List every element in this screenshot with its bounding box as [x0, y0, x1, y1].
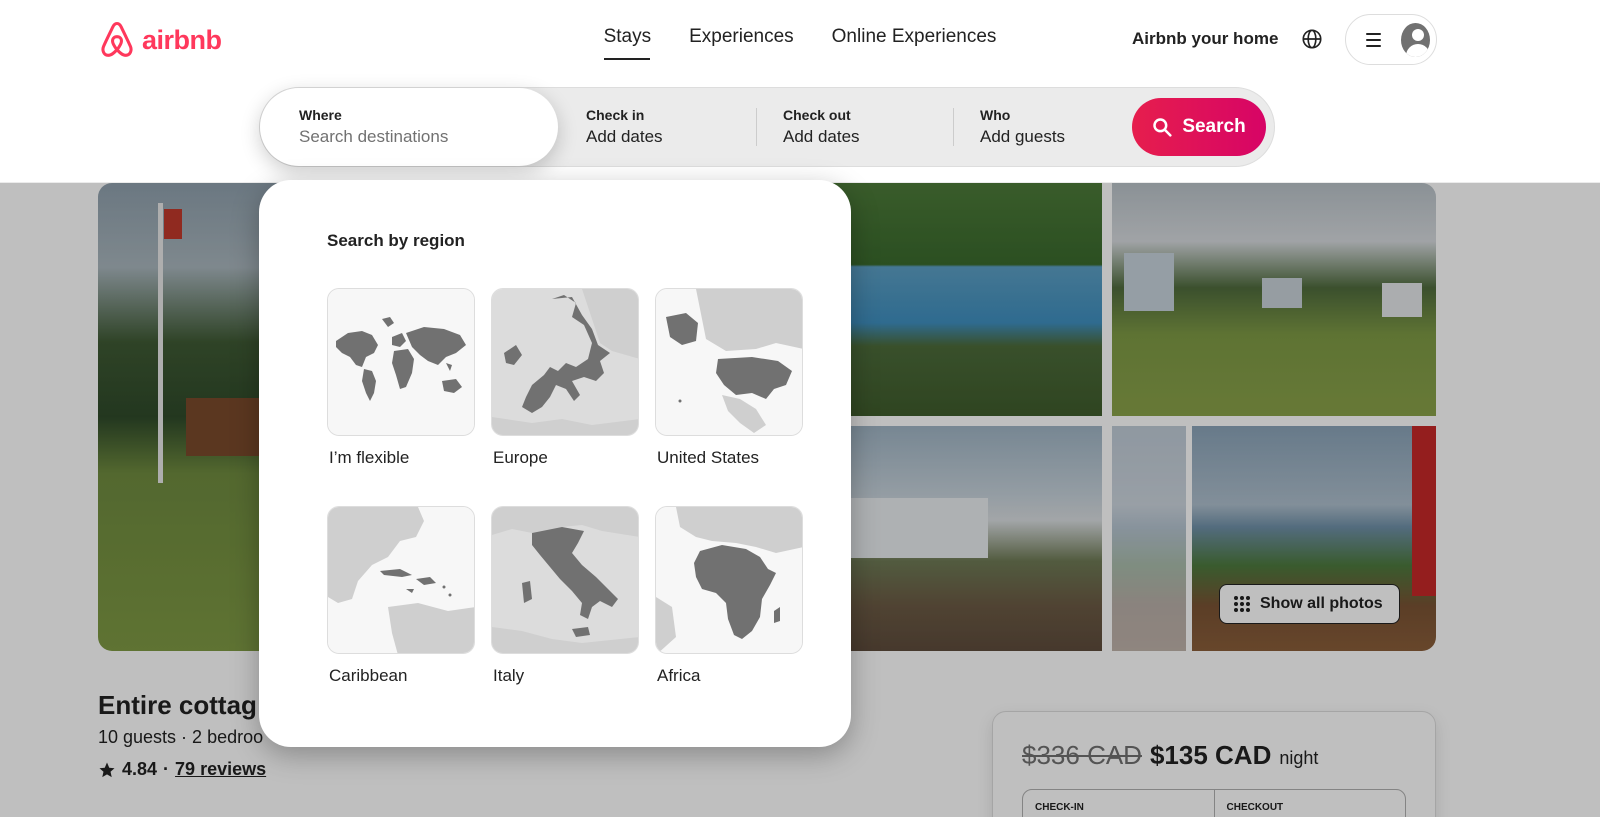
united-states-map [655, 288, 803, 436]
user-avatar-icon [1401, 22, 1430, 57]
check-in-value: Add dates [586, 127, 663, 146]
search-who[interactable]: Who Add guests [980, 88, 1130, 166]
nav-stays[interactable]: Stays [604, 26, 652, 60]
search-check-in[interactable]: Check in Add dates [586, 88, 756, 166]
where-label: Where [299, 107, 342, 123]
italy-map-icon [492, 507, 638, 653]
search-where[interactable]: Where Search destinations [260, 88, 558, 166]
world-map-icon [328, 289, 474, 435]
check-in-label: Check in [586, 107, 645, 123]
search-bar: Where Search destinations Check in Add d… [259, 87, 1275, 167]
divider [756, 108, 757, 146]
region-option-africa[interactable]: Africa [655, 506, 803, 686]
search-button-label: Search [1182, 116, 1246, 137]
divider [953, 108, 954, 146]
world-map [327, 288, 475, 436]
region-label: Caribbean [329, 666, 408, 685]
africa-map [655, 506, 803, 654]
region-label: Africa [657, 666, 701, 685]
check-out-value: Add dates [783, 127, 860, 146]
globe-icon[interactable] [1301, 28, 1323, 50]
caribbean-map [327, 506, 475, 654]
italy-map [491, 506, 639, 654]
airbnb-your-home-link[interactable]: Airbnb your home [1132, 29, 1278, 49]
search-icon [1153, 118, 1172, 137]
who-label: Who [980, 107, 1011, 123]
user-menu-button[interactable] [1345, 14, 1437, 65]
nav-experiences[interactable]: Experiences [689, 26, 794, 60]
header: airbnb Stays Experiences Online Experien… [0, 0, 1600, 183]
africa-map-icon [656, 507, 802, 653]
region-option-italy[interactable]: Italy [491, 506, 639, 686]
region-label: Europe [493, 448, 548, 467]
region-option-europe[interactable]: Europe [491, 288, 639, 468]
search-button[interactable]: Search [1132, 98, 1266, 156]
region-dropdown-title: Search by region [327, 231, 465, 250]
search-check-out[interactable]: Check out Add dates [783, 88, 953, 166]
where-input[interactable]: Search destinations [299, 127, 558, 147]
who-value: Add guests [980, 127, 1066, 146]
region-option-caribbean[interactable]: Caribbean [327, 506, 475, 686]
europe-map [491, 288, 639, 436]
united-states-map-icon [656, 289, 802, 435]
caribbean-map-icon [328, 507, 474, 653]
region-label: I’m flexible [329, 448, 410, 467]
region-label: United States [657, 448, 760, 467]
region-option-united-states[interactable]: United States [655, 288, 803, 468]
region-dropdown: Search by region I’m flexible Europe Uni… [259, 180, 851, 747]
europe-map-icon [492, 289, 638, 435]
check-out-label: Check out [783, 107, 851, 123]
region-option-flexible[interactable]: I’m flexible [327, 288, 475, 468]
hamburger-icon [1366, 32, 1382, 47]
nav-online-experiences[interactable]: Online Experiences [832, 26, 997, 60]
region-label: Italy [493, 666, 525, 685]
